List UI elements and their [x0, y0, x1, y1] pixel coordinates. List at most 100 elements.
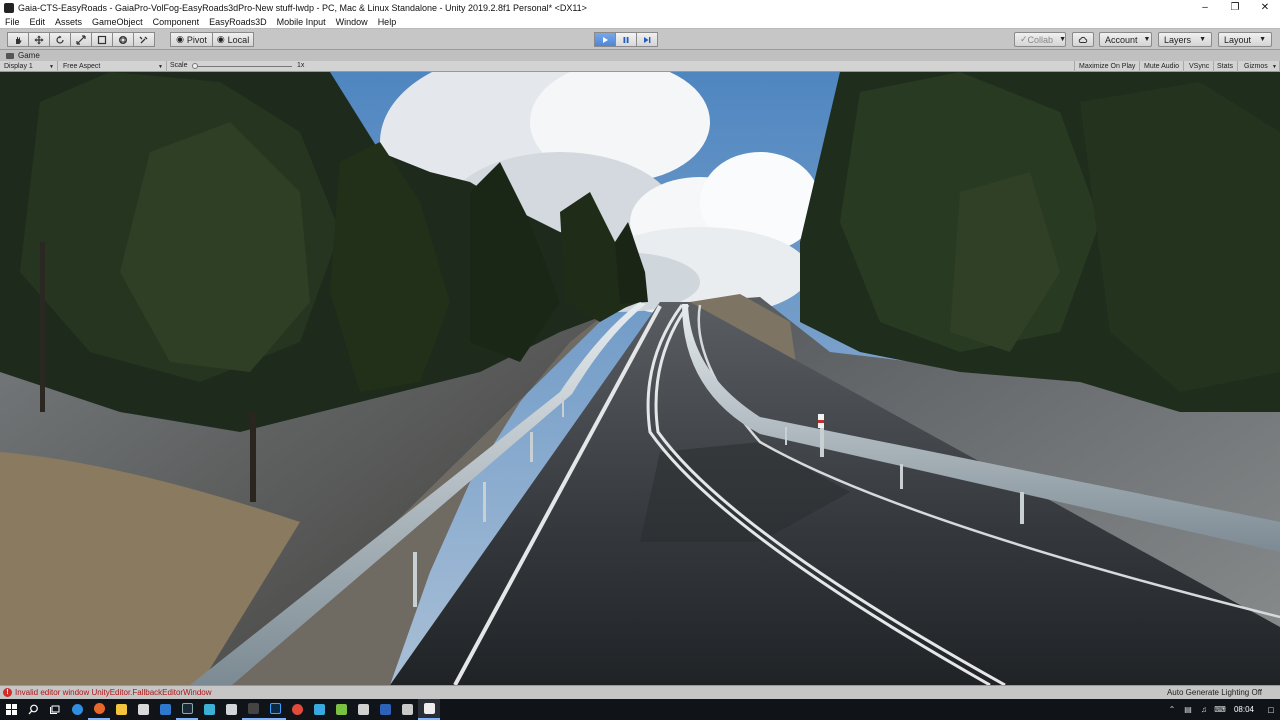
- chevron-up-icon[interactable]: ⌃: [1164, 705, 1180, 714]
- pivot-icon: ◉: [176, 34, 184, 44]
- vsync-label: VSync: [1189, 63, 1210, 70]
- scale-tool-button[interactable]: [70, 32, 92, 47]
- menu-file[interactable]: File: [0, 17, 25, 27]
- gamepad-icon: [6, 52, 14, 59]
- stats-toggle[interactable]: Stats: [1213, 61, 1238, 72]
- menu-window[interactable]: Window: [331, 17, 373, 27]
- error-icon: !: [3, 688, 12, 697]
- firefox-icon[interactable]: [88, 699, 110, 720]
- store-icon[interactable]: [132, 699, 154, 720]
- taskbar: ⌃ ▤ ♫ ⌨ 08:04 □: [0, 699, 1280, 720]
- steam-icon[interactable]: [176, 699, 198, 720]
- move-tool-button[interactable]: [28, 32, 50, 47]
- pause-button[interactable]: [615, 32, 637, 47]
- mail-icon[interactable]: [154, 699, 176, 720]
- transform-tool-button[interactable]: [112, 32, 134, 47]
- maximize-on-play-toggle[interactable]: Maximize On Play: [1074, 61, 1141, 72]
- app-icon[interactable]: [220, 699, 242, 720]
- rotate-icon: [56, 35, 64, 44]
- scale-slider-thumb[interactable]: [192, 63, 198, 69]
- aspect-label: Free Aspect: [63, 63, 101, 70]
- notification-icon[interactable]: □: [1262, 699, 1280, 720]
- display-dropdown[interactable]: Display 1 ▼: [0, 61, 58, 72]
- status-bar: ! Invalid editor window UnityEditor.Fall…: [0, 685, 1280, 699]
- cloud-button[interactable]: [1072, 32, 1094, 47]
- file-explorer-icon[interactable]: [110, 699, 132, 720]
- game-tab-label: Game: [18, 51, 40, 60]
- playback-controls: [594, 32, 658, 47]
- chevron-down-icon: ▼: [1199, 36, 1206, 43]
- chrome-icon[interactable]: [286, 699, 308, 720]
- menu-help[interactable]: Help: [373, 17, 402, 27]
- menu-edit[interactable]: Edit: [25, 17, 51, 27]
- keyboard-icon[interactable]: ⌨: [1212, 705, 1228, 714]
- menu-component[interactable]: Component: [148, 17, 205, 27]
- account-label: Account: [1105, 34, 1138, 45]
- console-error-message[interactable]: Invalid editor window UnityEditor.Fallba…: [15, 688, 212, 697]
- app-icon[interactable]: [198, 699, 220, 720]
- title-bar: Gaia-CTS-EasyRoads - GaiaPro-VolFog-Easy…: [0, 0, 1280, 15]
- minimize-icon[interactable]: –: [1190, 0, 1220, 15]
- app-icon[interactable]: [330, 699, 352, 720]
- gizmos-dropdown[interactable]: Gizmos ▼: [1240, 61, 1280, 72]
- chevron-down-icon: ▼: [1272, 63, 1277, 70]
- app-icon[interactable]: [242, 699, 264, 720]
- hand-tool-button[interactable]: [7, 32, 29, 47]
- edge-browser-icon[interactable]: [66, 699, 88, 720]
- play-button[interactable]: [594, 32, 616, 47]
- local-toggle-button[interactable]: ◉ Local: [212, 32, 254, 47]
- game-viewport[interactable]: [0, 72, 1280, 685]
- step-icon: [644, 36, 651, 43]
- search-icon[interactable]: [22, 699, 44, 720]
- main-toolbar: ◉ Pivot ◉ Local ✓ Collab ▼ Account ▼ Lay…: [0, 29, 1280, 50]
- menu-bar: File Edit Assets GameObject Component Ea…: [0, 15, 1280, 29]
- network-icon[interactable]: ▤: [1180, 705, 1196, 714]
- chevron-down-icon: ▼: [49, 63, 54, 70]
- layout-dropdown[interactable]: Layout ▼: [1218, 32, 1272, 47]
- layers-dropdown[interactable]: Layers ▼: [1158, 32, 1212, 47]
- custom-tool-button[interactable]: [133, 32, 155, 47]
- app-icon[interactable]: [374, 699, 396, 720]
- menu-gameobject[interactable]: GameObject: [87, 17, 148, 27]
- account-dropdown[interactable]: Account ▼: [1099, 32, 1152, 47]
- chevron-down-icon: ▼: [1059, 36, 1066, 43]
- collab-dropdown[interactable]: ✓ Collab ▼: [1014, 32, 1066, 47]
- app-icon[interactable]: [308, 699, 330, 720]
- photoshop-icon[interactable]: [264, 699, 286, 720]
- tree-trunk: [250, 412, 256, 502]
- stats-label: Stats: [1217, 63, 1233, 70]
- system-tray: ⌃ ▤ ♫ ⌨ 08:04 □: [1164, 699, 1280, 720]
- unity-icon[interactable]: [418, 699, 440, 720]
- app-icon[interactable]: [352, 699, 374, 720]
- game-tab-bar: Game: [0, 50, 1280, 61]
- chevron-down-icon: ▼: [1259, 36, 1266, 43]
- pivot-tools: ◉ Pivot ◉ Local: [170, 32, 254, 47]
- task-view-icon[interactable]: [44, 699, 66, 720]
- local-icon: ◉: [216, 34, 225, 44]
- windows-start-icon[interactable]: [0, 699, 22, 720]
- collab-label: Collab: [1027, 34, 1054, 45]
- aspect-dropdown[interactable]: Free Aspect ▼: [59, 61, 167, 72]
- scale-slider-track[interactable]: [194, 66, 292, 67]
- display-label: Display 1: [4, 63, 33, 70]
- volume-icon[interactable]: ♫: [1196, 705, 1212, 714]
- step-button[interactable]: [636, 32, 658, 47]
- app-icon[interactable]: [396, 699, 418, 720]
- marker-stripe: [818, 420, 824, 423]
- rotate-tool-button[interactable]: [49, 32, 71, 47]
- rect-tool-button[interactable]: [91, 32, 113, 47]
- transform-tools: [7, 32, 155, 47]
- menu-easyroads3d[interactable]: EasyRoads3D: [204, 17, 272, 27]
- clock[interactable]: 08:04: [1228, 705, 1262, 714]
- game-tab[interactable]: Game: [0, 51, 40, 60]
- menu-assets[interactable]: Assets: [50, 17, 87, 27]
- pivot-toggle-button[interactable]: ◉ Pivot: [170, 32, 213, 47]
- mute-audio-label: Mute Audio: [1144, 63, 1180, 70]
- close-icon[interactable]: ✕: [1250, 0, 1280, 15]
- vsync-toggle[interactable]: VSync: [1185, 61, 1215, 72]
- mute-audio-toggle[interactable]: Mute Audio: [1140, 61, 1185, 72]
- check-icon: ✓: [1020, 34, 1028, 44]
- utility-pole: [40, 242, 45, 412]
- restore-icon[interactable]: ❐: [1220, 0, 1250, 15]
- menu-mobile-input[interactable]: Mobile Input: [272, 17, 331, 27]
